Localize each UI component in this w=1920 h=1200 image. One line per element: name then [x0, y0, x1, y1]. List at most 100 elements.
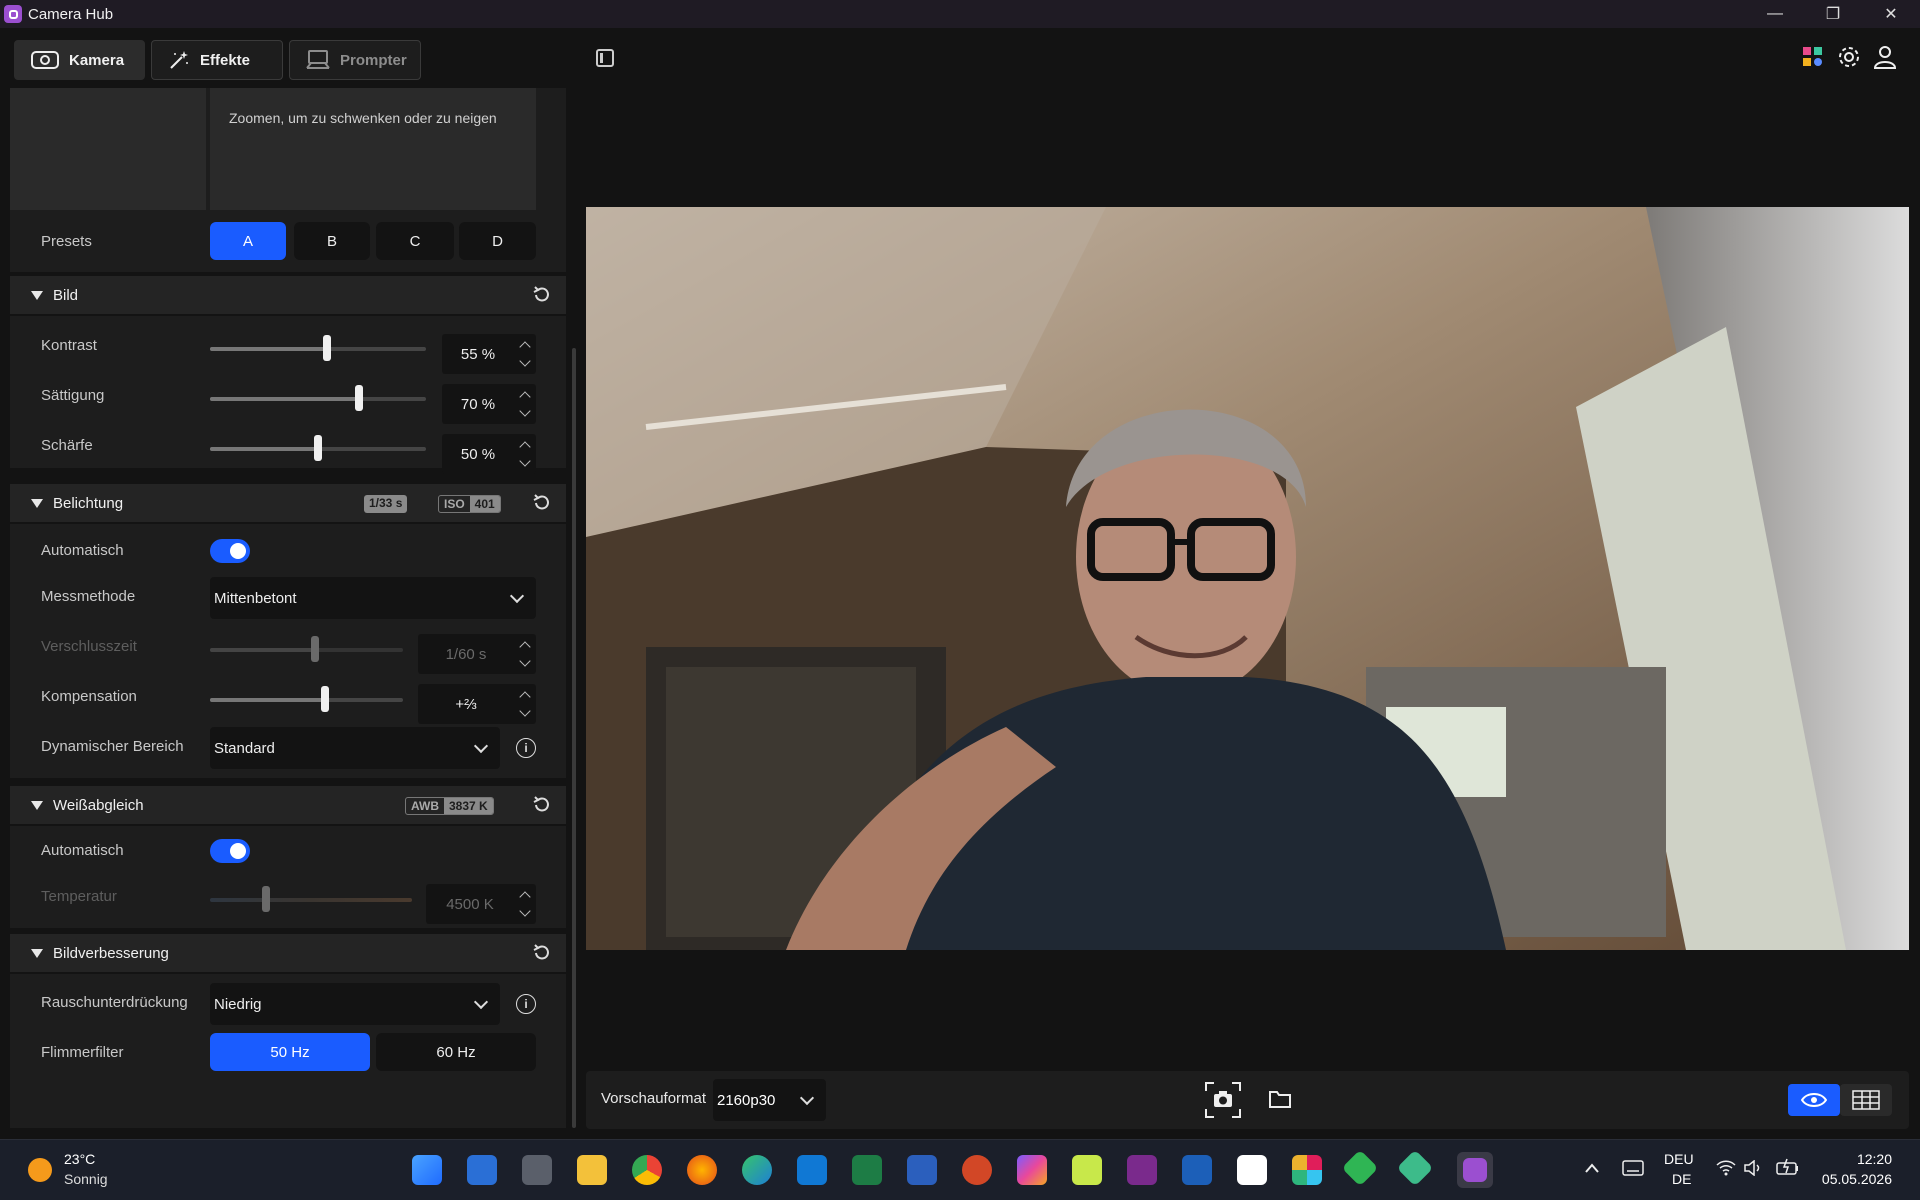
preview-eye-toggle[interactable]: [1788, 1084, 1840, 1116]
reset-icon[interactable]: [532, 943, 552, 963]
effects-sparkle-icon[interactable]: [1800, 44, 1826, 70]
vorschauformat-dropdown[interactable]: 2160p30: [713, 1079, 826, 1121]
flicker-60hz-button[interactable]: 60 Hz: [376, 1033, 536, 1071]
tab-kamera[interactable]: Kamera: [14, 40, 145, 80]
green-diamond-icon[interactable]: [1396, 1149, 1434, 1187]
firefox-icon[interactable]: [687, 1155, 717, 1185]
weissabgleich-auto-toggle[interactable]: [210, 839, 250, 863]
close-button[interactable]: ✕: [1862, 0, 1920, 28]
gem-app-icon[interactable]: [1237, 1155, 1267, 1185]
kompensation-slider[interactable]: [210, 686, 403, 712]
belichtung-auto-toggle[interactable]: [210, 539, 250, 563]
camera-preview-image: [586, 207, 1909, 950]
store-icon[interactable]: [467, 1155, 497, 1185]
affinity-designer-icon[interactable]: [1182, 1155, 1212, 1185]
schaerfe-slider[interactable]: [210, 435, 426, 461]
preset-d-button[interactable]: D: [459, 222, 536, 260]
m365-copilot-icon[interactable]: [1017, 1155, 1047, 1185]
chevron-down-icon[interactable]: [519, 705, 531, 717]
tab-effekte[interactable]: Effekte: [151, 40, 283, 80]
folder-icon[interactable]: [1268, 1089, 1292, 1109]
dynamischer-bereich-dropdown[interactable]: Standard: [210, 727, 500, 769]
minimize-button[interactable]: —: [1746, 0, 1804, 28]
reset-icon[interactable]: [532, 285, 552, 305]
keyboard-icon[interactable]: [1622, 1160, 1644, 1176]
affinity-photo-icon[interactable]: [1127, 1155, 1157, 1185]
section-header-weissabgleich[interactable]: Weißabgleich AWB 3837 K: [10, 786, 566, 824]
volume-icon[interactable]: [1744, 1160, 1762, 1176]
schaerfe-spinbox[interactable]: 50 %: [442, 434, 536, 474]
section-header-bild[interactable]: Bild: [10, 276, 566, 314]
preview-bottom-bar: Vorschauformat 2160p30: [586, 1071, 1909, 1129]
saettigung-slider[interactable]: [210, 385, 426, 411]
slack-icon[interactable]: [1292, 1155, 1322, 1185]
user-account-icon[interactable]: [1872, 44, 1898, 70]
chevron-up-icon[interactable]: [1584, 1162, 1600, 1174]
file-explorer-icon[interactable]: [577, 1155, 607, 1185]
weather-sun-icon[interactable]: [28, 1158, 52, 1182]
saettigung-value: 70 %: [460, 395, 496, 413]
sidebar-scrollbar[interactable]: [572, 348, 576, 1128]
kontrast-value: 55 %: [460, 345, 496, 363]
chevron-up-icon[interactable]: [519, 341, 531, 353]
tab-effekte-label: Effekte: [200, 51, 251, 69]
reset-icon[interactable]: [532, 795, 552, 815]
powerpoint-icon[interactable]: [962, 1155, 992, 1185]
diamond-app-icon[interactable]: [1341, 1149, 1379, 1187]
chevron-down-icon[interactable]: [519, 405, 531, 417]
kompensation-spinbox[interactable]: +⅔: [418, 684, 536, 724]
section-header-bildverbesserung[interactable]: Bildverbesserung: [10, 934, 566, 972]
rauschunterdrueckung-label: Rauschunterdrückung: [41, 994, 188, 1011]
sidebar-collapse-icon[interactable]: [596, 49, 614, 67]
clock-time[interactable]: 12:20: [1822, 1151, 1892, 1167]
chrome-icon[interactable]: [632, 1155, 662, 1185]
magic-wand-icon: [170, 51, 188, 69]
app-a-icon[interactable]: [1072, 1155, 1102, 1185]
messmethode-dropdown[interactable]: Mittenbetont: [210, 577, 536, 619]
zoom-thumbnail[interactable]: [10, 88, 206, 210]
info-icon[interactable]: i: [516, 994, 536, 1014]
restore-button[interactable]: ❐: [1804, 0, 1862, 28]
chevron-down-icon[interactable]: [519, 455, 531, 467]
camera-hub-taskbar-button[interactable]: [1457, 1152, 1493, 1188]
preset-a-button[interactable]: A: [210, 222, 286, 260]
edge-icon[interactable]: [742, 1155, 772, 1185]
flicker-50hz-button[interactable]: 50 Hz: [210, 1033, 370, 1071]
language-bottom[interactable]: DE: [1672, 1171, 1691, 1187]
chevron-down-icon: [519, 655, 531, 667]
info-icon[interactable]: i: [516, 738, 536, 758]
temperatur-label: Temperatur: [41, 888, 117, 905]
preset-b-button[interactable]: B: [294, 222, 370, 260]
reset-icon[interactable]: [532, 493, 552, 513]
verschlusszeit-slider: [210, 636, 403, 662]
snapshot-camera-icon[interactable]: [1204, 1081, 1242, 1119]
clock-date[interactable]: 05.05.2026: [1812, 1171, 1892, 1187]
wifi-icon[interactable]: [1716, 1160, 1736, 1176]
rauschunterdrueckung-dropdown[interactable]: Niedrig: [210, 983, 500, 1025]
weather-temp[interactable]: 23°C: [64, 1151, 95, 1167]
belichtung-panel: Automatisch Messmethode Mittenbetont Ver…: [10, 524, 566, 778]
language-top[interactable]: DEU: [1664, 1151, 1694, 1167]
tab-prompter[interactable]: Prompter: [289, 40, 421, 80]
outlook-icon[interactable]: [797, 1155, 827, 1185]
kontrast-spinbox[interactable]: 55 %: [442, 334, 536, 374]
kontrast-slider[interactable]: [210, 335, 426, 361]
shutter-badge: 1/33 s: [364, 495, 408, 513]
calculator-icon[interactable]: [522, 1155, 552, 1185]
pan-tilt-area[interactable]: Zoomen, um zu schwenken oder zu neigen: [210, 88, 536, 210]
word-icon[interactable]: [907, 1155, 937, 1185]
chevron-up-icon[interactable]: [519, 691, 531, 703]
chevron-up-icon[interactable]: [519, 441, 531, 453]
settings-gear-icon[interactable]: [1836, 44, 1862, 70]
chevron-down-icon[interactable]: [519, 355, 531, 367]
chevron-up-icon[interactable]: [519, 391, 531, 403]
battery-charging-icon[interactable]: [1776, 1158, 1800, 1176]
collapse-triangle-icon: [31, 800, 43, 810]
start-windows-icon[interactable]: [412, 1155, 442, 1185]
saettigung-spinbox[interactable]: 70 %: [442, 384, 536, 424]
section-header-belichtung[interactable]: Belichtung 1/33 s ISO 401: [10, 484, 566, 522]
excel-icon[interactable]: [852, 1155, 882, 1185]
preset-c-button[interactable]: C: [376, 222, 454, 260]
grid-overlay-toggle[interactable]: [1840, 1084, 1892, 1116]
weather-desc[interactable]: Sonnig: [64, 1171, 108, 1187]
